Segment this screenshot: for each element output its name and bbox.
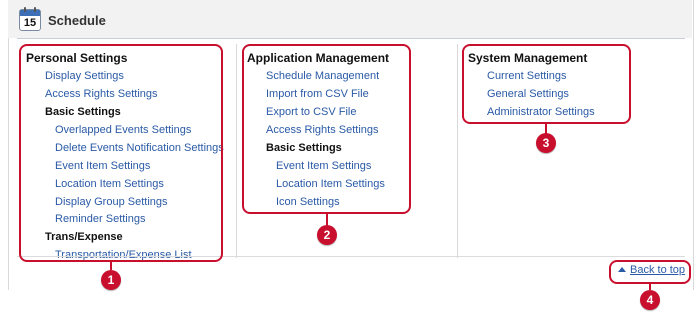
callout-box-4 — [609, 260, 691, 284]
callout-stem-1 — [110, 262, 112, 270]
page-title: Schedule — [48, 13, 106, 28]
callout-badge-2: 2 — [317, 225, 337, 245]
callout-box-1 — [19, 44, 223, 262]
calendar-day: 15 — [23, 17, 37, 29]
callout-badge-1: 1 — [101, 270, 121, 290]
panel-header — [8, 0, 692, 38]
column-divider — [457, 44, 458, 258]
callout-badge-4: 4 — [640, 290, 660, 310]
calendar-icon: 15 — [19, 7, 41, 31]
callout-badge-3: 3 — [536, 133, 556, 153]
header-divider — [17, 38, 685, 39]
column-divider — [236, 44, 237, 258]
callout-box-3 — [462, 44, 631, 124]
callout-box-2 — [242, 44, 411, 214]
